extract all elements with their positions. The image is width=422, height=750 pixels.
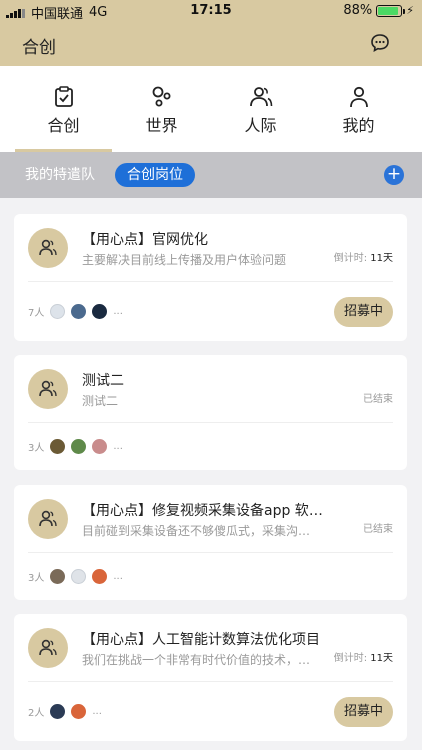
tab-hechuang[interactable]: 合创 — [15, 66, 112, 152]
more-members: ... — [113, 571, 123, 582]
project-card[interactable]: 测试二 测试二 已结束 3人 ... — [14, 355, 407, 470]
card-status: 已结束 — [363, 394, 393, 405]
plus-icon[interactable]: + — [384, 165, 404, 185]
member-avatar — [92, 304, 108, 319]
project-avatar — [28, 369, 68, 409]
member-avatar — [50, 569, 66, 584]
tab-label: 人际 — [244, 116, 277, 135]
member-row: 3人 ... — [28, 439, 123, 454]
countdown-days: 11天 — [370, 653, 393, 664]
project-avatar — [28, 499, 68, 539]
more-members: ... — [113, 441, 123, 452]
filter-my-team[interactable]: 我的特遣队 — [25, 164, 95, 184]
page-title: 合创 — [22, 38, 56, 58]
recruiting-button[interactable]: 招募中 — [333, 297, 393, 327]
member-avatar — [92, 569, 108, 584]
group-icon — [39, 639, 57, 656]
more-members: ... — [92, 706, 102, 717]
tab-label: 我的 — [342, 116, 375, 135]
divider — [28, 552, 393, 553]
member-avatar — [71, 439, 87, 454]
group-icon — [39, 510, 57, 527]
clipboard-check-icon — [54, 86, 73, 107]
project-card[interactable]: 【用心点】人工智能计数算法优化项目 我们在挑战一个非常有时代价值的技术，欢迎加入… — [14, 614, 407, 741]
member-avatar — [92, 439, 108, 454]
countdown-days: 11天 — [370, 253, 393, 264]
project-avatar — [28, 628, 68, 668]
divider — [28, 422, 393, 423]
member-avatar — [50, 704, 66, 719]
recruiting-button[interactable]: 招募中 — [333, 697, 393, 727]
tab-bar: 合创 世界 人际 我的 — [0, 66, 422, 152]
card-subtitle: 我们在挑战一个非常有时代价值的技术，欢迎加入 — [82, 653, 322, 667]
people-icon — [249, 87, 272, 107]
battery-percent: 88% — [343, 3, 373, 18]
card-subtitle: 测试二 — [82, 394, 119, 408]
tab-label: 合创 — [47, 116, 80, 135]
card-title: 测试二 — [82, 373, 124, 389]
tab-label: 世界 — [145, 116, 178, 135]
card-status: 已结束 — [363, 524, 393, 535]
more-members: ... — [113, 306, 123, 317]
card-status: 倒计时: 11天 — [334, 249, 393, 264]
group-icon — [39, 239, 57, 256]
member-count: 3人 — [28, 573, 45, 584]
member-count: 2人 — [28, 708, 45, 719]
chat-bubble-icon[interactable] — [370, 33, 390, 53]
top-bar: 中国联通 4G 17:15 88% ⚡ 合创 — [0, 0, 422, 66]
project-avatar — [28, 228, 68, 268]
filter-bar: 我的特遣队 合创岗位 — [0, 152, 422, 198]
world-icon — [152, 86, 170, 107]
countdown-label: 倒计时: — [333, 253, 368, 264]
member-avatar — [50, 304, 66, 319]
divider — [28, 681, 393, 682]
member-avatar — [71, 304, 87, 319]
member-avatar — [71, 569, 87, 584]
member-count: 3人 — [28, 443, 45, 454]
tab-world[interactable]: 世界 — [113, 66, 210, 152]
project-card[interactable]: 【用心点】修复视频采集设备app 软件功能 目前碰到采集设备还不够傻瓜式，采集沟… — [14, 485, 407, 600]
card-status: 倒计时: 11天 — [334, 649, 393, 664]
tab-people[interactable]: 人际 — [212, 66, 309, 152]
card-subtitle: 主要解决目前线上传播及用户体验问题 — [82, 253, 287, 267]
member-avatar — [71, 704, 87, 719]
member-row: 3人 ... — [28, 569, 123, 584]
battery-icon — [376, 4, 406, 17]
tab-mine[interactable]: 我的 — [310, 66, 407, 152]
divider — [28, 281, 393, 282]
person-icon — [349, 86, 368, 108]
member-row: 2人 ... — [28, 704, 102, 719]
card-subtitle: 目前碰到采集设备还不够傻瓜式，采集沟通效率低 — [82, 524, 322, 538]
card-title: 【用心点】修复视频采集设备app 软件功能 — [82, 503, 327, 519]
group-icon — [39, 380, 57, 397]
countdown-label: 倒计时: — [333, 653, 368, 664]
member-avatar — [50, 439, 66, 454]
card-title: 【用心点】官网优化 — [82, 232, 208, 248]
status-bar: 中国联通 4G 17:15 88% ⚡ — [0, 0, 422, 22]
card-title: 【用心点】人工智能计数算法优化项目 — [82, 632, 320, 648]
project-card[interactable]: 【用心点】官网优化 主要解决目前线上传播及用户体验问题 倒计时: 11天 7人 … — [14, 214, 407, 341]
member-row: 7人 ... — [28, 304, 123, 319]
charging-icon: ⚡ — [406, 4, 414, 17]
filter-positions[interactable]: 合创岗位 — [115, 163, 195, 187]
member-count: 7人 — [28, 308, 45, 319]
